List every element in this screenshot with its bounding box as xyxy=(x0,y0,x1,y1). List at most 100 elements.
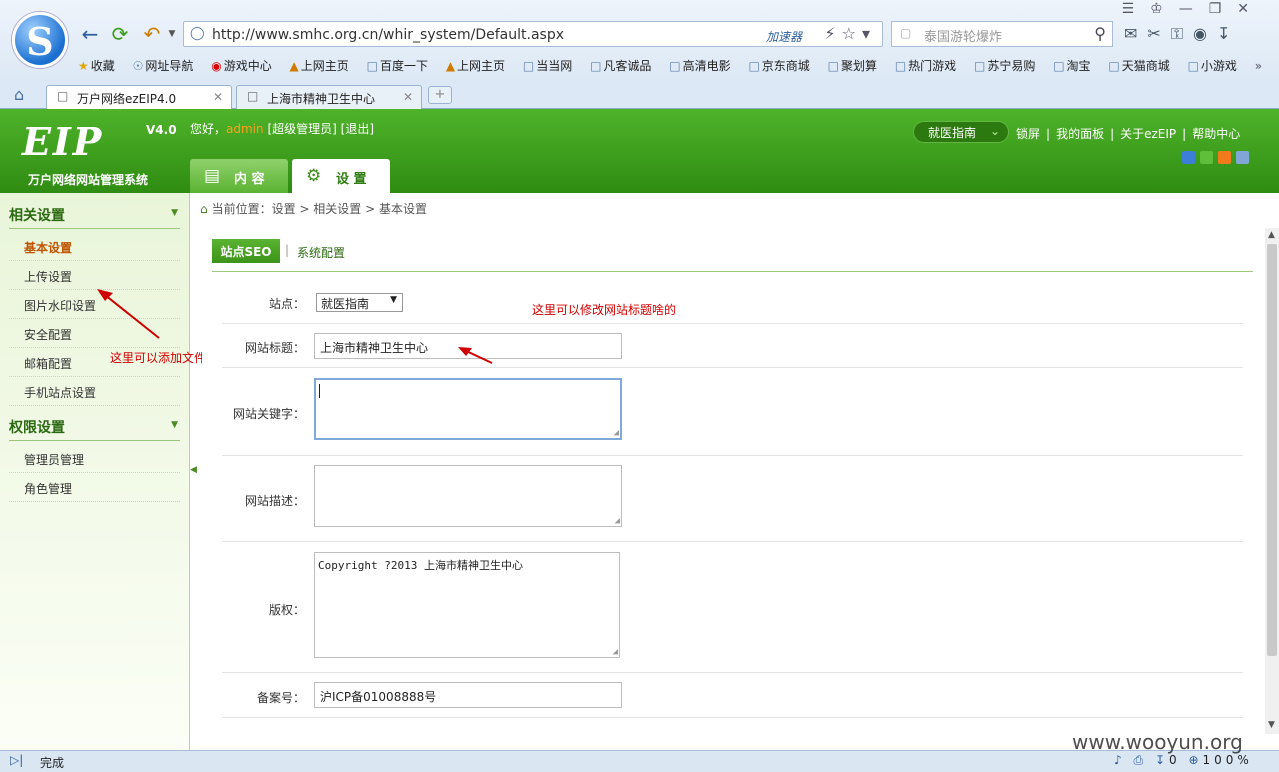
sidebar-item-label: 基本设置 xyxy=(24,241,73,255)
tab-settings-label: 设 置 xyxy=(336,172,367,187)
greeting: 您好，admin [超级管理员] [退出] xyxy=(190,120,374,137)
vertical-scrollbar[interactable]: ▲ ▼ xyxy=(1265,228,1279,734)
volume-icon[interactable]: ♪ xyxy=(1114,753,1126,767)
site-keywords-textarea[interactable]: ◢ xyxy=(314,378,622,440)
close-icon[interactable]: ✕ xyxy=(213,90,223,104)
bookmark-item[interactable]: □ 热门游戏 xyxy=(895,59,956,73)
theme-green-button[interactable] xyxy=(1200,151,1213,164)
theme-lightblue-button[interactable] xyxy=(1236,151,1249,164)
bookmark-item[interactable]: □ 聚划算 xyxy=(828,59,877,73)
bookmark-item[interactable]: □ 百度一下 xyxy=(367,59,428,73)
resize-grip-icon[interactable]: ◢ xyxy=(614,428,619,438)
zoom-level[interactable]: 100% xyxy=(1203,753,1253,767)
bookmark-item[interactable]: □ 高清电影 xyxy=(669,59,730,73)
theme-orange-button[interactable] xyxy=(1218,151,1231,164)
sidebar-item-label: 角色管理 xyxy=(24,482,73,496)
search-engine-icon[interactable]: ▢ xyxy=(900,26,911,40)
bookmark-item[interactable]: □ 小游戏 xyxy=(1188,59,1237,73)
more-bookmarks-icon[interactable]: » xyxy=(1255,59,1262,73)
printer-icon[interactable]: ⎙ xyxy=(1134,753,1148,767)
page-icon: □ xyxy=(1108,59,1120,73)
address-bar-icons[interactable]: ⚡☆▾ xyxy=(824,24,876,43)
window-controls[interactable]: ☰♔—❐✕ xyxy=(1122,1,1265,17)
my-panel-link[interactable]: 我的面板 xyxy=(1056,127,1104,141)
page-icon: □ xyxy=(1053,59,1065,73)
sidebar-item-basic-settings[interactable]: 基本设置 xyxy=(9,232,180,261)
keywords-label: 网站关键字： xyxy=(232,407,305,421)
sidebar-group-permissions[interactable]: 权限设置 ▼ xyxy=(9,417,180,441)
close-icon[interactable]: ✕ xyxy=(403,90,413,104)
sidebar-item-role-management[interactable]: 角色管理 xyxy=(9,473,180,502)
site-dropdown[interactable]: 就医指南 ▼ xyxy=(316,293,403,312)
collapse-triangle-icon: ▼ xyxy=(171,208,178,218)
scroll-up-icon[interactable]: ▲ xyxy=(1268,230,1275,240)
bookmark-item[interactable]: ☉ 网址导航 xyxy=(133,59,194,73)
site-description-textarea[interactable]: ◢ xyxy=(314,465,622,527)
address-url[interactable]: http://www.smhc.org.cn/whir_system/Defau… xyxy=(212,27,564,43)
greeting-links[interactable]: [超级管理员] [退出] xyxy=(267,122,374,136)
search-box[interactable]: ▢ 泰国游轮爆炸 ⚲ xyxy=(891,21,1113,47)
browser-logo-icon[interactable]: S xyxy=(12,12,68,68)
lock-screen-link[interactable]: 锁屏 xyxy=(1016,127,1040,141)
site-selector-value: 就医指南 xyxy=(928,126,977,140)
sidebar-item-label: 上传设置 xyxy=(24,270,73,284)
bookmark-item[interactable]: ★ 收藏 xyxy=(78,59,115,73)
sidebar-item-upload-settings[interactable]: 上传设置 xyxy=(9,261,180,290)
search-icon[interactable]: ⚲ xyxy=(1094,24,1106,43)
page-icon: □ xyxy=(669,59,681,73)
refresh-icon[interactable]: ⟳ xyxy=(108,22,132,46)
bookmark-item[interactable]: □ 京东商城 xyxy=(748,59,809,73)
brand-name: 万户网络网站管理系统 xyxy=(28,173,149,187)
form-row-site: 站点： 就医指南 ▼ xyxy=(222,280,1243,324)
address-bar[interactable]: ◯ http://www.smhc.org.cn/whir_system/Def… xyxy=(183,21,883,47)
annotation-arrow-icon xyxy=(458,347,493,364)
site-selector[interactable]: 就医指南 ⌄ xyxy=(913,121,1009,143)
sidebar-collapse-icon[interactable]: ◀ xyxy=(190,465,198,479)
copyright-textarea[interactable]: Copyright ?2013 上海市精神卫生中心 ◢ xyxy=(314,552,620,658)
sub-tabs: 站点SEO | 系统配置 xyxy=(212,238,1253,272)
new-tab-button[interactable]: + xyxy=(428,86,452,104)
browser-tab[interactable]: □ 上海市精神卫生中心 ✕ xyxy=(236,85,422,109)
sidebar-group-related-settings[interactable]: 相关设置 ▼ xyxy=(9,205,180,229)
sidebar-item-label: 管理员管理 xyxy=(24,453,85,467)
copyright-label: 版权： xyxy=(268,603,305,617)
tab-settings[interactable]: ⚙ 设 置 xyxy=(292,159,390,193)
accelerator-label[interactable]: 加速器 xyxy=(766,28,802,45)
page-icon: □ xyxy=(894,59,907,73)
bookmark-item[interactable]: □ 天猫商城 xyxy=(1108,59,1169,73)
globe-icon: ☉ xyxy=(132,59,144,73)
bookmark-item[interactable]: □ 淘宝 xyxy=(1053,59,1090,73)
about-link[interactable]: 关于ezEIP xyxy=(1120,127,1176,141)
page-icon: □ xyxy=(1187,59,1199,73)
bookmark-item[interactable]: ▲ 上网主页 xyxy=(446,59,505,73)
bookmark-item[interactable]: ◉ 游戏中心 xyxy=(211,59,272,73)
description-label: 网站描述： xyxy=(244,494,305,508)
sidebar-item-label: 图片水印设置 xyxy=(24,299,97,313)
help-link[interactable]: 帮助中心 xyxy=(1192,127,1240,141)
sidebar-item-mobile-site[interactable]: 手机站点设置 xyxy=(9,377,180,406)
theme-blue-button[interactable] xyxy=(1182,151,1195,164)
bookmark-item[interactable]: ▲ 上网主页 xyxy=(290,59,349,73)
bookmark-item[interactable]: □ 当当网 xyxy=(523,59,572,73)
content-pane: 站点SEO | 系统配置 站点： 就医指南 ▼ 网站标题： 上海市精神卫生中心 … xyxy=(202,228,1265,750)
tab-system-config[interactable]: 系统配置 xyxy=(297,244,345,261)
undo-dropdown-icon[interactable]: ▼ xyxy=(160,22,184,46)
play-icon[interactable]: ▷| xyxy=(10,753,23,767)
scrollbar-thumb[interactable] xyxy=(1267,244,1277,656)
download-icon[interactable]: ↧ xyxy=(1155,753,1169,767)
sidebar-item-admin-management[interactable]: 管理员管理 xyxy=(9,444,180,473)
back-arrow-icon[interactable]: ← xyxy=(78,22,102,46)
browser-tab[interactable]: □ 万户网络ezEIP4.0 ✕ xyxy=(46,85,232,109)
home-icon[interactable]: ⌂ xyxy=(14,85,24,104)
resize-grip-icon[interactable]: ◢ xyxy=(615,516,620,526)
breadcrumb: ⌂ 当前位置：设置 > 相关设置 > 基本设置 xyxy=(200,200,1279,222)
resize-grip-icon[interactable]: ◢ xyxy=(613,647,618,657)
tab-content[interactable]: ▤ 内 容 xyxy=(190,159,288,193)
scroll-down-icon[interactable]: ▼ xyxy=(1268,720,1275,730)
bookmark-item[interactable]: □ 凡客诚品 xyxy=(590,59,651,73)
zoom-icon[interactable]: ⊕ xyxy=(1188,753,1202,767)
tab-site-seo[interactable]: 站点SEO xyxy=(212,239,280,263)
toolbar-icons[interactable]: ✉✂⚿◉↧ xyxy=(1124,24,1240,44)
icp-input[interactable]: 沪ICP备01008888号 xyxy=(314,682,622,708)
bookmark-item[interactable]: □ 苏宁易购 xyxy=(974,59,1035,73)
